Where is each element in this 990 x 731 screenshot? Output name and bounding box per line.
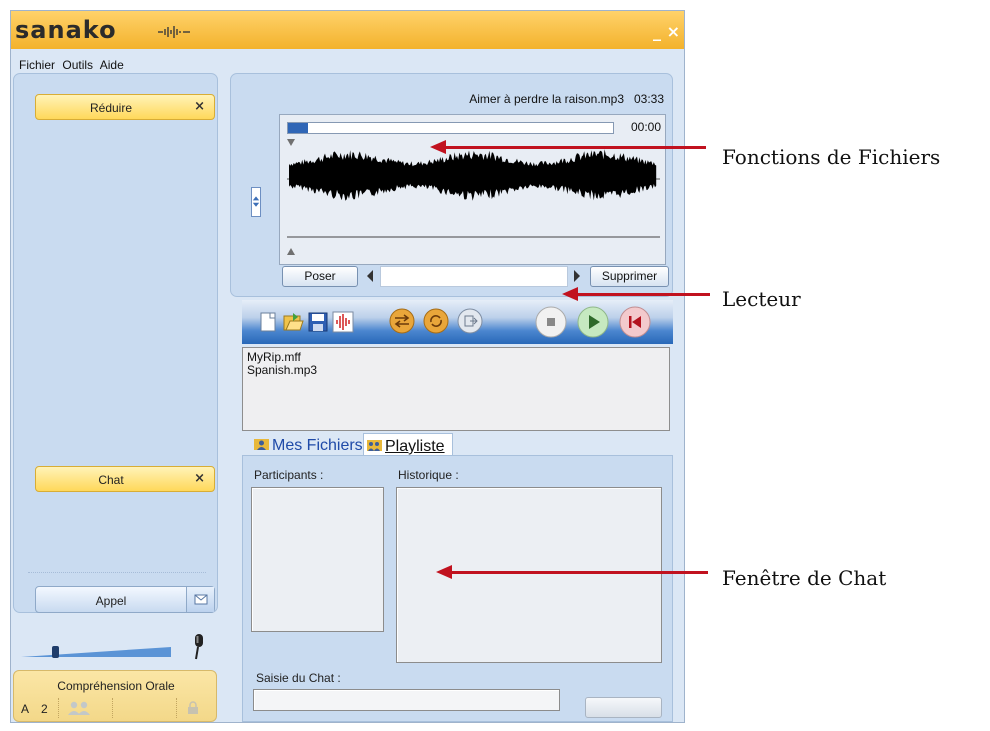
divider: [58, 698, 59, 718]
group-letter: A: [21, 702, 30, 716]
previous-arrow-icon[interactable]: [366, 270, 374, 282]
rewind-button[interactable]: [619, 306, 651, 338]
sanako-logo: sanako: [15, 16, 117, 44]
menu-bar: Fichier Outils Aide: [19, 58, 128, 72]
divider: [112, 698, 113, 718]
user-folder-icon: [254, 439, 269, 450]
file-list[interactable]: MyRip.mff Spanish.mp3: [242, 347, 670, 431]
marker-input[interactable]: [380, 266, 568, 287]
chat-label: Chat: [98, 473, 124, 487]
play-button[interactable]: [577, 306, 609, 338]
save-icon[interactable]: [307, 311, 329, 333]
window-controls[interactable]: _ ×: [653, 22, 680, 41]
new-file-icon[interactable]: [257, 311, 279, 333]
tab-label: Playliste: [385, 438, 445, 455]
arrow-chat-line: [450, 571, 708, 574]
send-button[interactable]: [585, 697, 662, 718]
historique-label: Historique :: [398, 468, 459, 482]
progress-fill: [288, 123, 308, 133]
track-scroll-icon[interactable]: [251, 187, 261, 217]
chat-input[interactable]: [253, 689, 560, 711]
participants-list[interactable]: [251, 487, 384, 632]
microphone-icon[interactable]: [191, 632, 207, 662]
shuffle-icon[interactable]: [389, 308, 415, 334]
reduire-label: Réduire: [89, 101, 133, 115]
waveform-display[interactable]: 00:00: [279, 114, 666, 265]
next-arrow-icon[interactable]: [573, 270, 581, 282]
group-people-icon: [68, 701, 90, 715]
menu-outils[interactable]: Outils: [62, 58, 93, 72]
volume-slider-thumb[interactable]: [52, 646, 59, 658]
title-bar: sanako _ ×: [11, 11, 684, 49]
start-marker-icon: [287, 139, 295, 146]
tab-mes-fichiers[interactable]: Mes Fichiers: [250, 433, 363, 455]
player-toolbar: [242, 300, 673, 344]
tab-label: Mes Fichiers: [272, 437, 363, 454]
supprimer-button[interactable]: Supprimer: [590, 266, 669, 287]
playlist-icon: [367, 440, 382, 451]
menu-aide[interactable]: Aide: [100, 58, 124, 72]
group-number: 2: [41, 702, 48, 716]
reduire-button[interactable]: Réduire ×: [35, 94, 215, 120]
position-time: 00:00: [630, 120, 661, 134]
appel-button[interactable]: Appel: [35, 586, 215, 613]
annotation-chat: Fenêtre de Chat: [722, 566, 887, 590]
export-icon[interactable]: [457, 308, 483, 334]
divider: [28, 572, 206, 573]
track-duration: 03:33: [633, 92, 664, 106]
arrow-lecteur-line: [576, 293, 710, 296]
tab-playliste[interactable]: Playliste: [363, 433, 453, 455]
waveform-icon[interactable]: [332, 311, 354, 333]
arrow-fichiers-line: [444, 146, 706, 149]
comprehension-title: Compréhension Orale: [57, 679, 175, 693]
list-item[interactable]: Spanish.mp3: [247, 364, 665, 377]
chat-button[interactable]: Chat ×: [35, 466, 215, 492]
poser-button[interactable]: Poser: [282, 266, 358, 287]
close-icon[interactable]: ×: [194, 99, 205, 114]
comprehension-panel: Compréhension Orale A 2: [13, 670, 217, 722]
open-folder-icon[interactable]: [282, 311, 304, 333]
close-icon[interactable]: ×: [194, 471, 205, 486]
progress-bar[interactable]: [287, 122, 614, 134]
stop-button[interactable]: [535, 306, 567, 338]
annotation-lecteur: Lecteur: [722, 287, 801, 311]
logo-waveform-icon: [158, 26, 190, 38]
repeat-icon[interactable]: [423, 308, 449, 334]
menu-fichier[interactable]: Fichier: [19, 58, 55, 72]
player-panel: Aimer à perdre la raison.mp3 03:33 00:00: [230, 73, 673, 297]
lock-icon: [188, 701, 198, 714]
volume-slider[interactable]: [21, 646, 171, 658]
track-title: Aimer à perdre la raison.mp3: [469, 92, 624, 106]
mail-icon[interactable]: [186, 587, 214, 612]
waveform: [287, 139, 660, 255]
left-panel: [13, 73, 218, 613]
annotation-fichiers: Fonctions de Fichiers: [722, 145, 941, 169]
participants-label: Participants :: [254, 468, 324, 482]
saisie-label: Saisie du Chat :: [256, 671, 341, 685]
end-marker-icon: [287, 248, 295, 255]
divider: [176, 698, 177, 718]
appel-label: Appel: [95, 594, 127, 608]
